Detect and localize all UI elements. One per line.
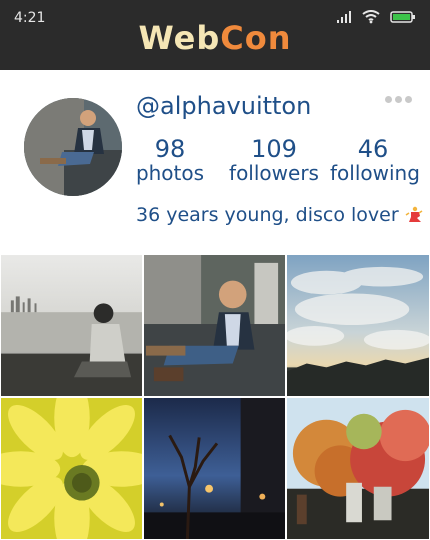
photo-yellow-flower[interactable]: [0, 397, 143, 540]
photo-man-by-sea[interactable]: [0, 254, 143, 397]
profile-stats: 98 photos 109 followers 46 following: [132, 136, 422, 186]
stat-followers-label: followers: [229, 161, 319, 185]
dancer-emoji-icon: [405, 206, 423, 229]
photo-autumn-trees[interactable]: [286, 397, 430, 540]
stat-followers[interactable]: 109 followers: [226, 136, 322, 184]
stat-following-label: following: [330, 161, 420, 185]
brand-con: Con: [220, 19, 292, 57]
avatar[interactable]: [24, 98, 122, 196]
stat-following[interactable]: 46 following: [330, 135, 420, 185]
app-header: 4:21 WebCon: [0, 0, 430, 70]
stat-photos-label: photos: [135, 161, 205, 185]
stat-following-value: 46: [357, 135, 389, 163]
brand-web: Web: [138, 19, 221, 57]
photo-cloudy-sky[interactable]: [286, 254, 430, 397]
bio-text: 36 years young, disco lover: [136, 204, 399, 226]
stat-followers-value: 109: [251, 135, 297, 163]
username: @alphavuitton: [136, 92, 312, 120]
more-dots-icon[interactable]: [385, 96, 412, 103]
photo-grid: [0, 254, 430, 540]
photo-street-night[interactable]: [143, 397, 286, 540]
stat-photos[interactable]: 98 photos: [132, 136, 208, 184]
photo-man-on-couch[interactable]: [143, 254, 286, 397]
stat-photos-value: 98: [154, 135, 186, 163]
app-logo: WebCon: [0, 18, 430, 58]
profile-card: @alphavuitton 98 photos 109 followers 46…: [0, 70, 430, 254]
bio: 36 years young, disco lover: [136, 204, 423, 229]
